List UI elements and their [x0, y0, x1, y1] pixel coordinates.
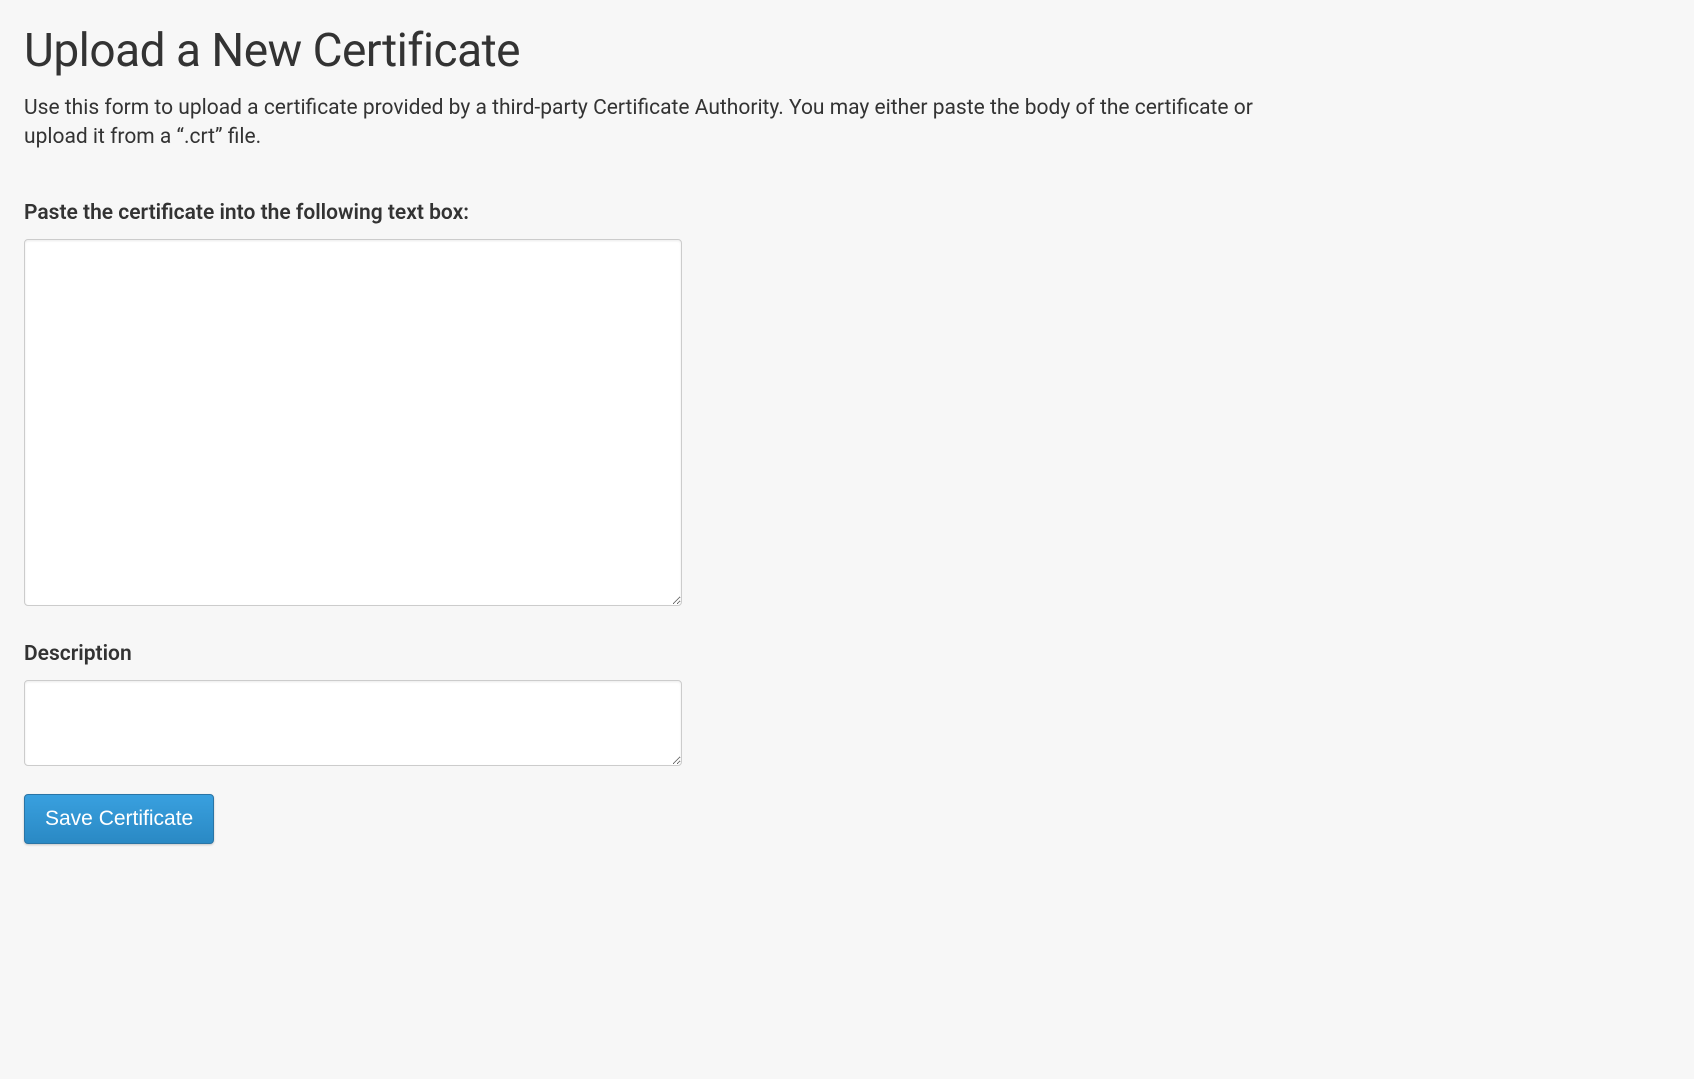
- description-textarea[interactable]: [24, 680, 682, 766]
- description-label: Description: [24, 642, 1670, 666]
- certificate-textarea[interactable]: [24, 239, 682, 606]
- certificate-label: Paste the certificate into the following…: [24, 201, 1670, 225]
- page-intro-text: Use this form to upload a certificate pr…: [24, 94, 1284, 153]
- page-title: Upload a New Certificate: [24, 24, 1670, 78]
- save-certificate-button[interactable]: Save Certificate: [24, 794, 214, 844]
